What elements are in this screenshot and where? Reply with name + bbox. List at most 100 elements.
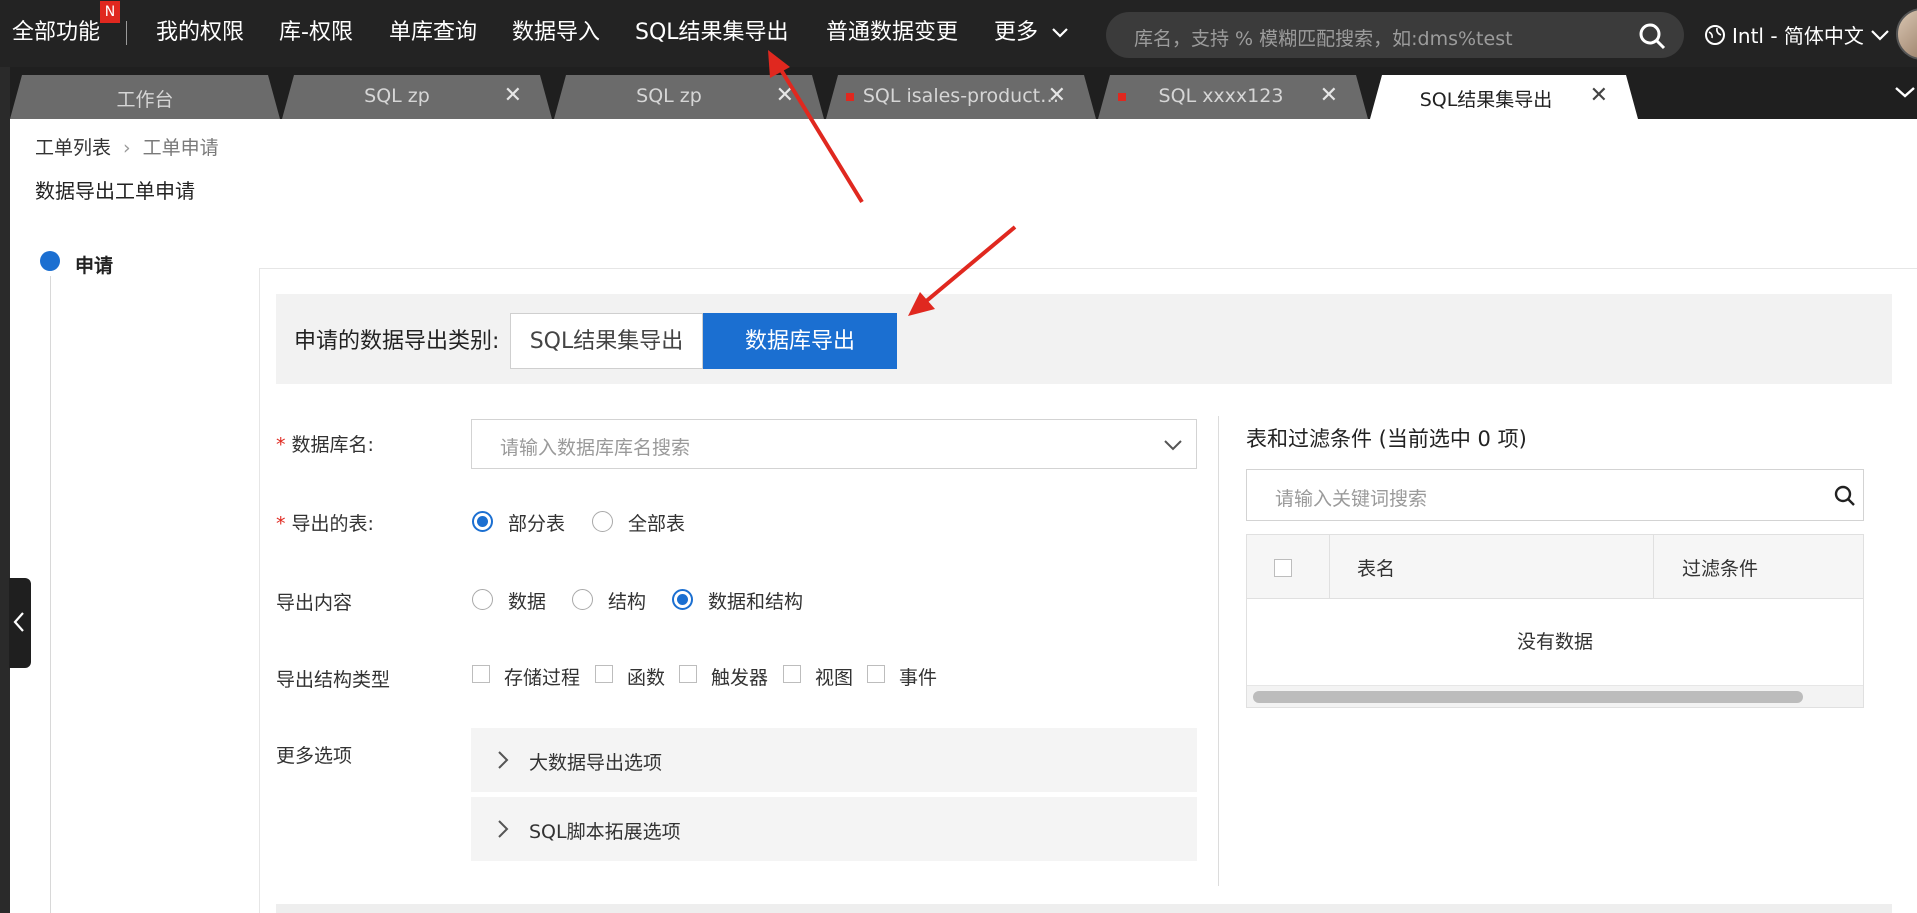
search-icon[interactable]: [1833, 484, 1857, 508]
checkbox-trigger[interactable]: [679, 665, 697, 683]
global-search[interactable]: 库名，支持 % 模糊匹配搜索，如:dms%test: [1106, 12, 1684, 58]
top-nav: 全部功能 N 我的权限 库-权限 单库查询 数据导入 SQL结果集导出 普通数据…: [0, 0, 1917, 67]
tab-label: 工作台: [116, 89, 174, 111]
chevron-left-icon: [13, 612, 24, 632]
vertical-divider: [1218, 416, 1219, 886]
radio-content-structure-label[interactable]: 结构: [608, 587, 646, 614]
step-label: 申请: [75, 255, 114, 277]
chevron-right-icon: [498, 751, 509, 769]
select-all-checkbox[interactable]: [1274, 559, 1292, 577]
tab-sql-zp-2[interactable]: SQL zp ✕: [554, 75, 824, 119]
chevron-down-icon[interactable]: [1893, 80, 1917, 104]
breadcrumb: 工单列表 › 工单申请: [35, 133, 219, 160]
radio-partial-tables-label[interactable]: 部分表: [508, 509, 565, 536]
nav-my-permissions[interactable]: 我的权限: [156, 18, 244, 48]
close-icon[interactable]: ✕: [504, 83, 522, 108]
column-divider: [1653, 535, 1654, 599]
tab-sql-isales[interactable]: SQL isales-product… ✕: [826, 75, 1096, 119]
tab-label: SQL结果集导出: [1419, 89, 1553, 111]
table-filter-title: 表和过滤条件 (当前选中 0 项): [1246, 427, 1527, 451]
tables-label-text: 导出的表:: [291, 513, 374, 535]
required-mark: *: [276, 434, 286, 456]
language-switcher[interactable]: Intl - 简体中文: [1704, 20, 1890, 49]
radio-content-data-label[interactable]: 数据: [508, 587, 546, 614]
chevron-right-icon: [498, 820, 509, 838]
step-dot-icon: [40, 251, 60, 271]
checkbox-trigger-label[interactable]: 触发器: [711, 663, 768, 690]
radio-all-tables[interactable]: [592, 511, 613, 532]
language-label: Intl - 简体中文: [1732, 24, 1864, 48]
export-type-label: 申请的数据导出类别:: [294, 329, 500, 354]
user-avatar[interactable]: [1896, 8, 1917, 60]
table-search-input[interactable]: 请输入关键词搜索: [1246, 469, 1864, 521]
close-icon[interactable]: ✕: [776, 83, 794, 108]
nav-data-change[interactable]: 普通数据变更: [826, 18, 958, 48]
nav-sql-result-export[interactable]: SQL结果集导出: [635, 18, 789, 48]
accordion-big-data[interactable]: 大数据导出选项: [471, 728, 1197, 792]
accordion-sql-script[interactable]: SQL脚本拓展选项: [471, 797, 1197, 861]
db-name-placeholder: 请输入数据库库名搜索: [500, 437, 691, 459]
tab-workbench[interactable]: 工作台: [10, 75, 280, 119]
export-content-label: 导出内容: [276, 592, 353, 614]
horizontal-scrollbar[interactable]: [1247, 685, 1863, 707]
more-options-label: 更多选项: [276, 745, 353, 767]
db-name-label-text: 数据库名:: [291, 434, 374, 456]
export-type-database-button[interactable]: 数据库导出: [703, 313, 897, 369]
close-icon[interactable]: ✕: [1048, 83, 1066, 108]
table-list: 表名 过滤条件 没有数据: [1246, 534, 1864, 708]
page-title: 数据导出工单申请: [35, 179, 195, 203]
radio-content-both-label[interactable]: 数据和结构: [708, 587, 803, 614]
bottom-bar: [276, 904, 1892, 913]
nav-single-db-query[interactable]: 单库查询: [389, 18, 477, 48]
chevron-down-icon: [1164, 440, 1182, 451]
db-name-select[interactable]: 请输入数据库库名搜索: [471, 419, 1197, 469]
tables-label: * 导出的表:: [276, 509, 374, 536]
close-icon[interactable]: ✕: [1590, 83, 1608, 108]
db-name-label: * 数据库名:: [276, 430, 374, 457]
export-type-sql-result-button[interactable]: SQL结果集导出: [510, 313, 703, 369]
nav-data-import[interactable]: 数据导入: [512, 18, 600, 48]
global-search-placeholder: 库名，支持 % 模糊匹配搜索，如:dms%test: [1134, 28, 1513, 50]
required-mark: *: [276, 513, 286, 535]
checkbox-procedure[interactable]: [472, 665, 490, 683]
tab-sql-result-export[interactable]: SQL结果集导出 ✕: [1370, 75, 1638, 119]
new-badge: N: [100, 1, 120, 23]
accordion-big-data-title: 大数据导出选项: [529, 752, 663, 774]
table-search-placeholder: 请输入关键词搜索: [1275, 488, 1428, 510]
breadcrumb-current: 工单申请: [142, 137, 219, 159]
nav-all-features[interactable]: 全部功能: [12, 18, 100, 48]
checkbox-view[interactable]: [783, 665, 801, 683]
close-icon[interactable]: ✕: [1320, 83, 1338, 108]
tab-bar: 工作台 SQL zp ✕ SQL zp ✕ SQL isales-product…: [0, 67, 1917, 119]
tab-sql-zp-1[interactable]: SQL zp ✕: [282, 75, 552, 119]
struct-types-label: 导出结构类型: [276, 669, 391, 691]
nav-more[interactable]: 更多: [994, 18, 1069, 48]
radio-content-data[interactable]: [472, 589, 493, 610]
nav-db-permissions[interactable]: 库-权限: [279, 18, 353, 48]
tab-label: SQL zp: [364, 85, 430, 107]
radio-content-both[interactable]: [672, 589, 693, 610]
radio-all-tables-label[interactable]: 全部表: [628, 509, 685, 536]
column-divider: [1329, 535, 1330, 599]
chevron-down-icon: [1871, 29, 1889, 41]
scrollbar-thumb[interactable]: [1253, 691, 1803, 703]
checkbox-view-label[interactable]: 视图: [815, 663, 853, 690]
checkbox-event-label[interactable]: 事件: [899, 663, 937, 690]
breadcrumb-parent[interactable]: 工单列表: [35, 137, 111, 159]
checkbox-function[interactable]: [595, 665, 613, 683]
search-icon[interactable]: [1638, 22, 1666, 50]
column-filter: 过滤条件: [1682, 558, 1759, 580]
chevron-down-icon: [1052, 28, 1068, 38]
radio-content-structure[interactable]: [572, 589, 593, 610]
accordion-sql-script-title: SQL脚本拓展选项: [529, 821, 681, 843]
column-table-name: 表名: [1357, 558, 1396, 580]
checkbox-event[interactable]: [867, 665, 885, 683]
sidebar-collapse-button[interactable]: [9, 578, 31, 668]
radio-partial-tables[interactable]: [472, 511, 493, 532]
checkbox-function-label[interactable]: 函数: [627, 663, 665, 690]
globe-icon: [1705, 24, 1725, 45]
step-line: [50, 276, 51, 913]
checkbox-procedure-label[interactable]: 存储过程: [504, 663, 580, 690]
tab-sql-xxxx123[interactable]: SQL xxxx123 ✕: [1098, 75, 1368, 119]
tab-label: SQL zp: [636, 85, 702, 107]
